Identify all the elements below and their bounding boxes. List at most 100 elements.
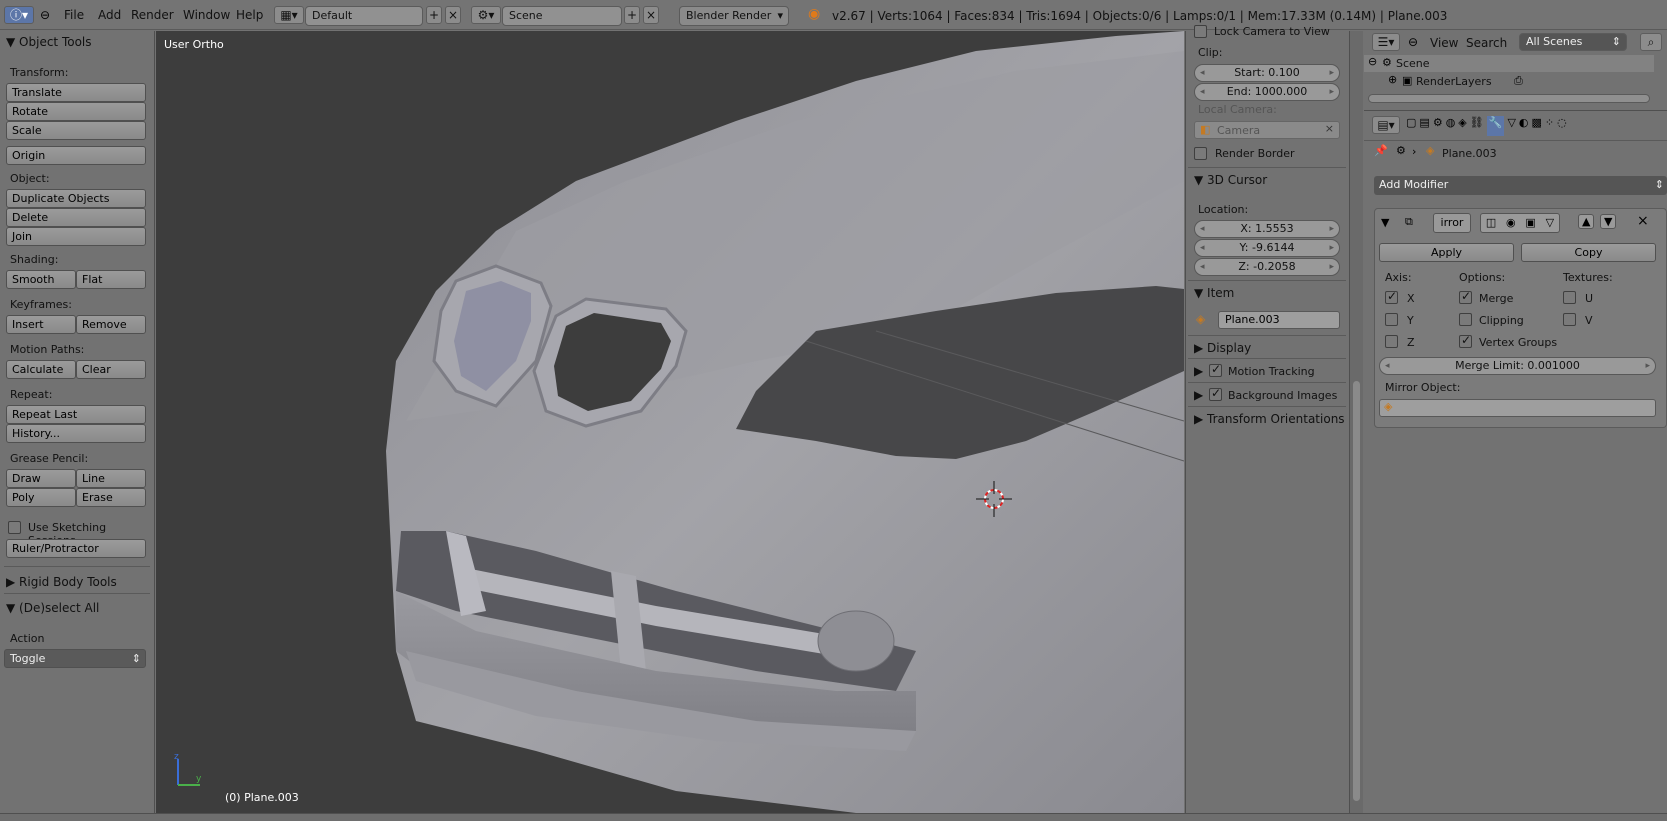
tab-layers[interactable]: ▤ — [1419, 116, 1429, 136]
collapse-icon[interactable]: ⊖ — [1368, 55, 1377, 68]
tab-material[interactable]: ◐ — [1519, 116, 1529, 136]
scene-icon[interactable]: ⚙▾ — [471, 6, 501, 24]
menu-file[interactable]: File — [64, 8, 84, 22]
texture-u-checkbox[interactable] — [1563, 291, 1576, 304]
3d-cursor-icon[interactable] — [976, 481, 1012, 517]
menu-help[interactable]: Help — [236, 8, 263, 22]
remove-keyframe-button[interactable]: Remove — [76, 315, 146, 334]
texture-v-checkbox[interactable] — [1563, 313, 1576, 326]
editmode-toggle-icon[interactable]: ▣ — [1525, 214, 1535, 232]
axis-x-checkbox[interactable] — [1385, 289, 1398, 304]
modifier-name-field[interactable]: irror — [1433, 213, 1471, 233]
merge-limit-field[interactable]: Merge Limit: 0.001000 — [1379, 357, 1656, 375]
tab-modifiers[interactable]: 🔧 — [1486, 116, 1505, 136]
motion-tracking-checkbox[interactable] — [1209, 362, 1222, 377]
cage-toggle-icon[interactable]: ▽ — [1546, 214, 1554, 232]
history-button[interactable]: History... — [6, 424, 146, 443]
join-button[interactable]: Join — [6, 227, 146, 246]
cursor-y-field[interactable]: Y: -9.6144 — [1194, 239, 1340, 257]
outliner-row-renderlayers[interactable]: ⊕ ▣ RenderLayers ⎙ — [1364, 73, 1654, 90]
clip-end-field[interactable]: End: 1000.000 — [1194, 83, 1340, 101]
collapse-modifier-icon[interactable]: ▼ — [1381, 216, 1389, 229]
rotate-button[interactable]: Rotate — [6, 102, 146, 121]
tab-data[interactable]: ▽ — [1507, 116, 1515, 136]
layout-icon[interactable]: ▦▾ — [274, 6, 304, 24]
outliner-hscrollbar[interactable] — [1368, 94, 1650, 103]
scale-button[interactable]: Scale — [6, 121, 146, 140]
origin-button[interactable]: Origin — [6, 146, 146, 165]
clip-start-field[interactable]: Start: 0.100 — [1194, 64, 1340, 82]
background-images-checkbox[interactable] — [1209, 386, 1222, 401]
display-header[interactable]: ▶ Display — [1194, 341, 1251, 355]
outliner-editor-icon[interactable]: ☰▾ — [1372, 33, 1400, 51]
background-images-header[interactable]: ▶ — [1194, 388, 1203, 402]
clear-button[interactable]: Clear — [76, 360, 146, 379]
search-icon[interactable]: ⌕ — [1640, 33, 1662, 51]
repeat-last-button[interactable]: Repeat Last — [6, 405, 146, 424]
item-name-field[interactable]: Plane.003 — [1218, 311, 1340, 329]
translate-button[interactable]: Translate — [6, 83, 146, 102]
move-down-icon[interactable]: ▼ — [1600, 214, 1617, 229]
collapse-menu-icon[interactable]: ⊖ — [40, 8, 50, 22]
3d-cursor-header[interactable]: ▼ 3D Cursor — [1194, 173, 1267, 187]
tab-particles[interactable]: ⁘ — [1545, 116, 1554, 136]
scrollbar[interactable] — [1349, 31, 1363, 813]
draw-button[interactable]: Draw — [6, 469, 76, 488]
insert-keyframe-button[interactable]: Insert — [6, 315, 76, 334]
clipping-checkbox[interactable] — [1459, 313, 1472, 326]
3d-viewport[interactable]: User Ortho z y (0) Plane.003 — [156, 31, 1184, 813]
pin-icon[interactable]: 📌 — [1374, 144, 1388, 157]
outliner-row-scene[interactable]: ⊖ ⚙ Scene — [1364, 55, 1654, 72]
tab-scene[interactable]: ⚙ — [1433, 116, 1443, 136]
axis-y-checkbox[interactable] — [1385, 313, 1398, 326]
deselect-all-header[interactable]: ▼ (De)select All — [6, 601, 99, 615]
add-scene-icon[interactable]: + — [624, 6, 640, 24]
cursor-x-field[interactable]: X: 1.5553 — [1194, 220, 1340, 238]
render-toggle-icon[interactable]: ◫ — [1486, 214, 1496, 232]
erase-button[interactable]: Erase — [76, 488, 146, 507]
motion-tracking-header[interactable]: ▶ — [1194, 364, 1203, 378]
object-tools-header[interactable]: ▼ Object Tools — [6, 35, 92, 49]
remove-layout-icon[interactable]: × — [445, 6, 461, 24]
expand-icon[interactable]: ⊕ — [1388, 73, 1397, 86]
remove-modifier-icon[interactable]: × — [1637, 213, 1649, 229]
tab-texture[interactable]: ▩ — [1532, 116, 1542, 136]
render-engine-select[interactable]: Blender Render ▾ — [679, 6, 789, 26]
calculate-button[interactable]: Calculate — [6, 360, 76, 379]
add-layout-icon[interactable]: + — [426, 6, 442, 24]
remove-scene-icon[interactable]: × — [643, 6, 659, 24]
cursor-z-field[interactable]: Z: -0.2058 — [1194, 258, 1340, 276]
scrollbar-thumb[interactable] — [1353, 381, 1360, 801]
outliner-view-menu[interactable]: View — [1430, 36, 1458, 50]
smooth-button[interactable]: Smooth — [6, 270, 76, 289]
viewport-toggle-icon[interactable]: ◉ — [1506, 214, 1516, 232]
rigid-body-tools-header[interactable]: ▶ Rigid Body Tools — [6, 575, 117, 589]
delete-button[interactable]: Delete — [6, 208, 146, 227]
ruler-protractor-button[interactable]: Ruler/Protractor — [6, 539, 146, 558]
tab-world[interactable]: ◍ — [1446, 116, 1456, 136]
tab-render[interactable]: ▢ — [1406, 116, 1416, 136]
properties-editor-icon[interactable]: ▤▾ — [1372, 116, 1400, 134]
menu-window[interactable]: Window — [183, 8, 230, 22]
menu-render[interactable]: Render — [131, 8, 174, 22]
line-button[interactable]: Line — [76, 469, 146, 488]
poly-button[interactable]: Poly — [6, 488, 76, 507]
add-modifier-button[interactable]: Add Modifier ⇕ — [1374, 176, 1667, 195]
tab-constraints[interactable]: ⛓ — [1470, 116, 1484, 136]
layout-field[interactable]: Default — [305, 6, 423, 26]
render-border-checkbox[interactable] — [1194, 147, 1207, 160]
move-up-icon[interactable]: ▲ — [1578, 214, 1595, 229]
tab-physics[interactable]: ◌ — [1557, 116, 1567, 136]
flat-button[interactable]: Flat — [76, 270, 146, 289]
action-select[interactable]: Toggle ⇕ — [4, 649, 146, 668]
axis-z-checkbox[interactable] — [1385, 335, 1398, 348]
lock-camera-checkbox[interactable] — [1194, 25, 1207, 38]
menu-add[interactable]: Add — [98, 8, 121, 22]
duplicate-objects-button[interactable]: Duplicate Objects — [6, 189, 146, 208]
item-header[interactable]: ▼ Item — [1194, 286, 1234, 300]
outliner-search-menu[interactable]: Search — [1466, 36, 1507, 50]
editor-type-button[interactable]: ⓘ▾ — [4, 6, 34, 24]
tab-object[interactable]: ◈ — [1458, 116, 1466, 136]
mirror-object-field[interactable]: ◈ — [1379, 399, 1656, 417]
merge-checkbox[interactable] — [1459, 289, 1472, 304]
